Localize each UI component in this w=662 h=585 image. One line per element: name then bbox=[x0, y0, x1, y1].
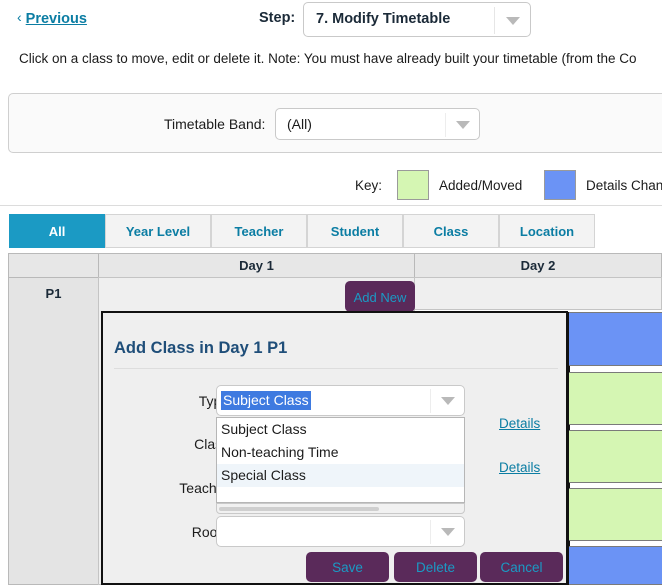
previous-link-label: Previous bbox=[25, 11, 87, 27]
room-select-divider bbox=[430, 520, 431, 544]
grid-corner-header bbox=[8, 253, 99, 278]
step-label: Step: bbox=[259, 10, 296, 26]
type-option-non-teaching-time[interactable]: Non-teaching Time bbox=[217, 441, 464, 464]
chevron-down-icon bbox=[441, 397, 455, 405]
tab-student[interactable]: Student bbox=[307, 214, 403, 248]
type-select-divider bbox=[430, 389, 431, 413]
key-swatch-details-changed bbox=[544, 170, 576, 200]
timetable-band-label: Timetable Band: bbox=[164, 116, 266, 132]
step-select-value: 7. Modify Timetable bbox=[316, 11, 451, 27]
key-legend: Key: Added/Moved Details Chan bbox=[0, 166, 662, 208]
type-select-value: Subject Class bbox=[221, 391, 311, 410]
add-class-dialog: Add Class in Day 1 P1 Type: Class: Teach… bbox=[101, 311, 568, 585]
step-select-divider bbox=[494, 7, 495, 34]
class-cell-added-moved[interactable] bbox=[569, 488, 662, 541]
teacher-details-link[interactable]: Details bbox=[499, 460, 540, 475]
key-label-added-moved: Added/Moved bbox=[439, 178, 523, 193]
chevron-down-icon bbox=[441, 528, 455, 536]
type-option-special-class[interactable]: Special Class bbox=[217, 464, 464, 487]
chevron-down-icon bbox=[456, 121, 470, 129]
save-button[interactable]: Save bbox=[306, 552, 389, 582]
dialog-title: Add Class in Day 1 P1 bbox=[114, 339, 288, 357]
chevron-down-icon bbox=[506, 17, 520, 25]
tab-location[interactable]: Location bbox=[499, 214, 595, 248]
timetable-band-panel: Timetable Band: (All) bbox=[8, 93, 662, 153]
grid-row-header-p1: P1 bbox=[8, 277, 99, 585]
key-label-details-changed: Details Chan bbox=[586, 178, 662, 193]
class-cell-details-changed[interactable] bbox=[569, 312, 662, 366]
timetable-band-select[interactable]: (All) bbox=[275, 108, 480, 140]
previous-link[interactable]: ‹ Previous bbox=[17, 9, 87, 27]
grid-header-day-2: Day 2 bbox=[414, 253, 662, 278]
type-options-scrollbar[interactable] bbox=[216, 503, 465, 514]
delete-button[interactable]: Delete bbox=[394, 552, 477, 582]
cancel-button[interactable]: Cancel bbox=[480, 552, 563, 582]
dialog-title-divider bbox=[114, 368, 558, 369]
grid-header-day-1: Day 1 bbox=[98, 253, 415, 278]
instruction-text: Click on a class to move, edit or delete… bbox=[19, 51, 637, 66]
tab-teacher[interactable]: Teacher bbox=[211, 214, 307, 248]
class-cell-added-moved[interactable] bbox=[569, 372, 662, 425]
timetable-band-value: (All) bbox=[287, 116, 312, 132]
tab-year-level[interactable]: Year Level bbox=[105, 214, 211, 248]
key-swatch-added-moved bbox=[397, 170, 429, 200]
key-divider bbox=[0, 205, 662, 206]
step-select[interactable]: 7. Modify Timetable bbox=[303, 2, 531, 37]
class-cell-added-moved[interactable] bbox=[569, 430, 662, 483]
chevron-left-icon: ‹ bbox=[17, 9, 22, 25]
tab-all[interactable]: All bbox=[9, 214, 105, 248]
app-root: ‹ Previous Step: 7. Modify Timetable Clic… bbox=[0, 0, 662, 585]
band-select-divider bbox=[445, 113, 446, 137]
grid-cell-day2-p1[interactable] bbox=[414, 277, 662, 310]
scrollbar-thumb[interactable] bbox=[219, 507, 379, 511]
type-options-list: Subject Class Non-teaching Time Special … bbox=[216, 417, 465, 503]
add-new-button[interactable]: Add New bbox=[345, 281, 415, 312]
tab-class[interactable]: Class bbox=[403, 214, 499, 248]
type-select[interactable]: Subject Class bbox=[216, 385, 465, 416]
room-select[interactable] bbox=[216, 516, 465, 547]
key-label: Key: bbox=[355, 178, 383, 193]
class-details-link[interactable]: Details bbox=[499, 416, 540, 431]
type-option-subject-class[interactable]: Subject Class bbox=[217, 418, 464, 441]
class-cell-details-changed[interactable] bbox=[569, 546, 662, 585]
view-tabs: All Year Level Teacher Student Class Loc… bbox=[9, 214, 662, 248]
top-bar: ‹ Previous Step: 7. Modify Timetable bbox=[0, 0, 662, 40]
